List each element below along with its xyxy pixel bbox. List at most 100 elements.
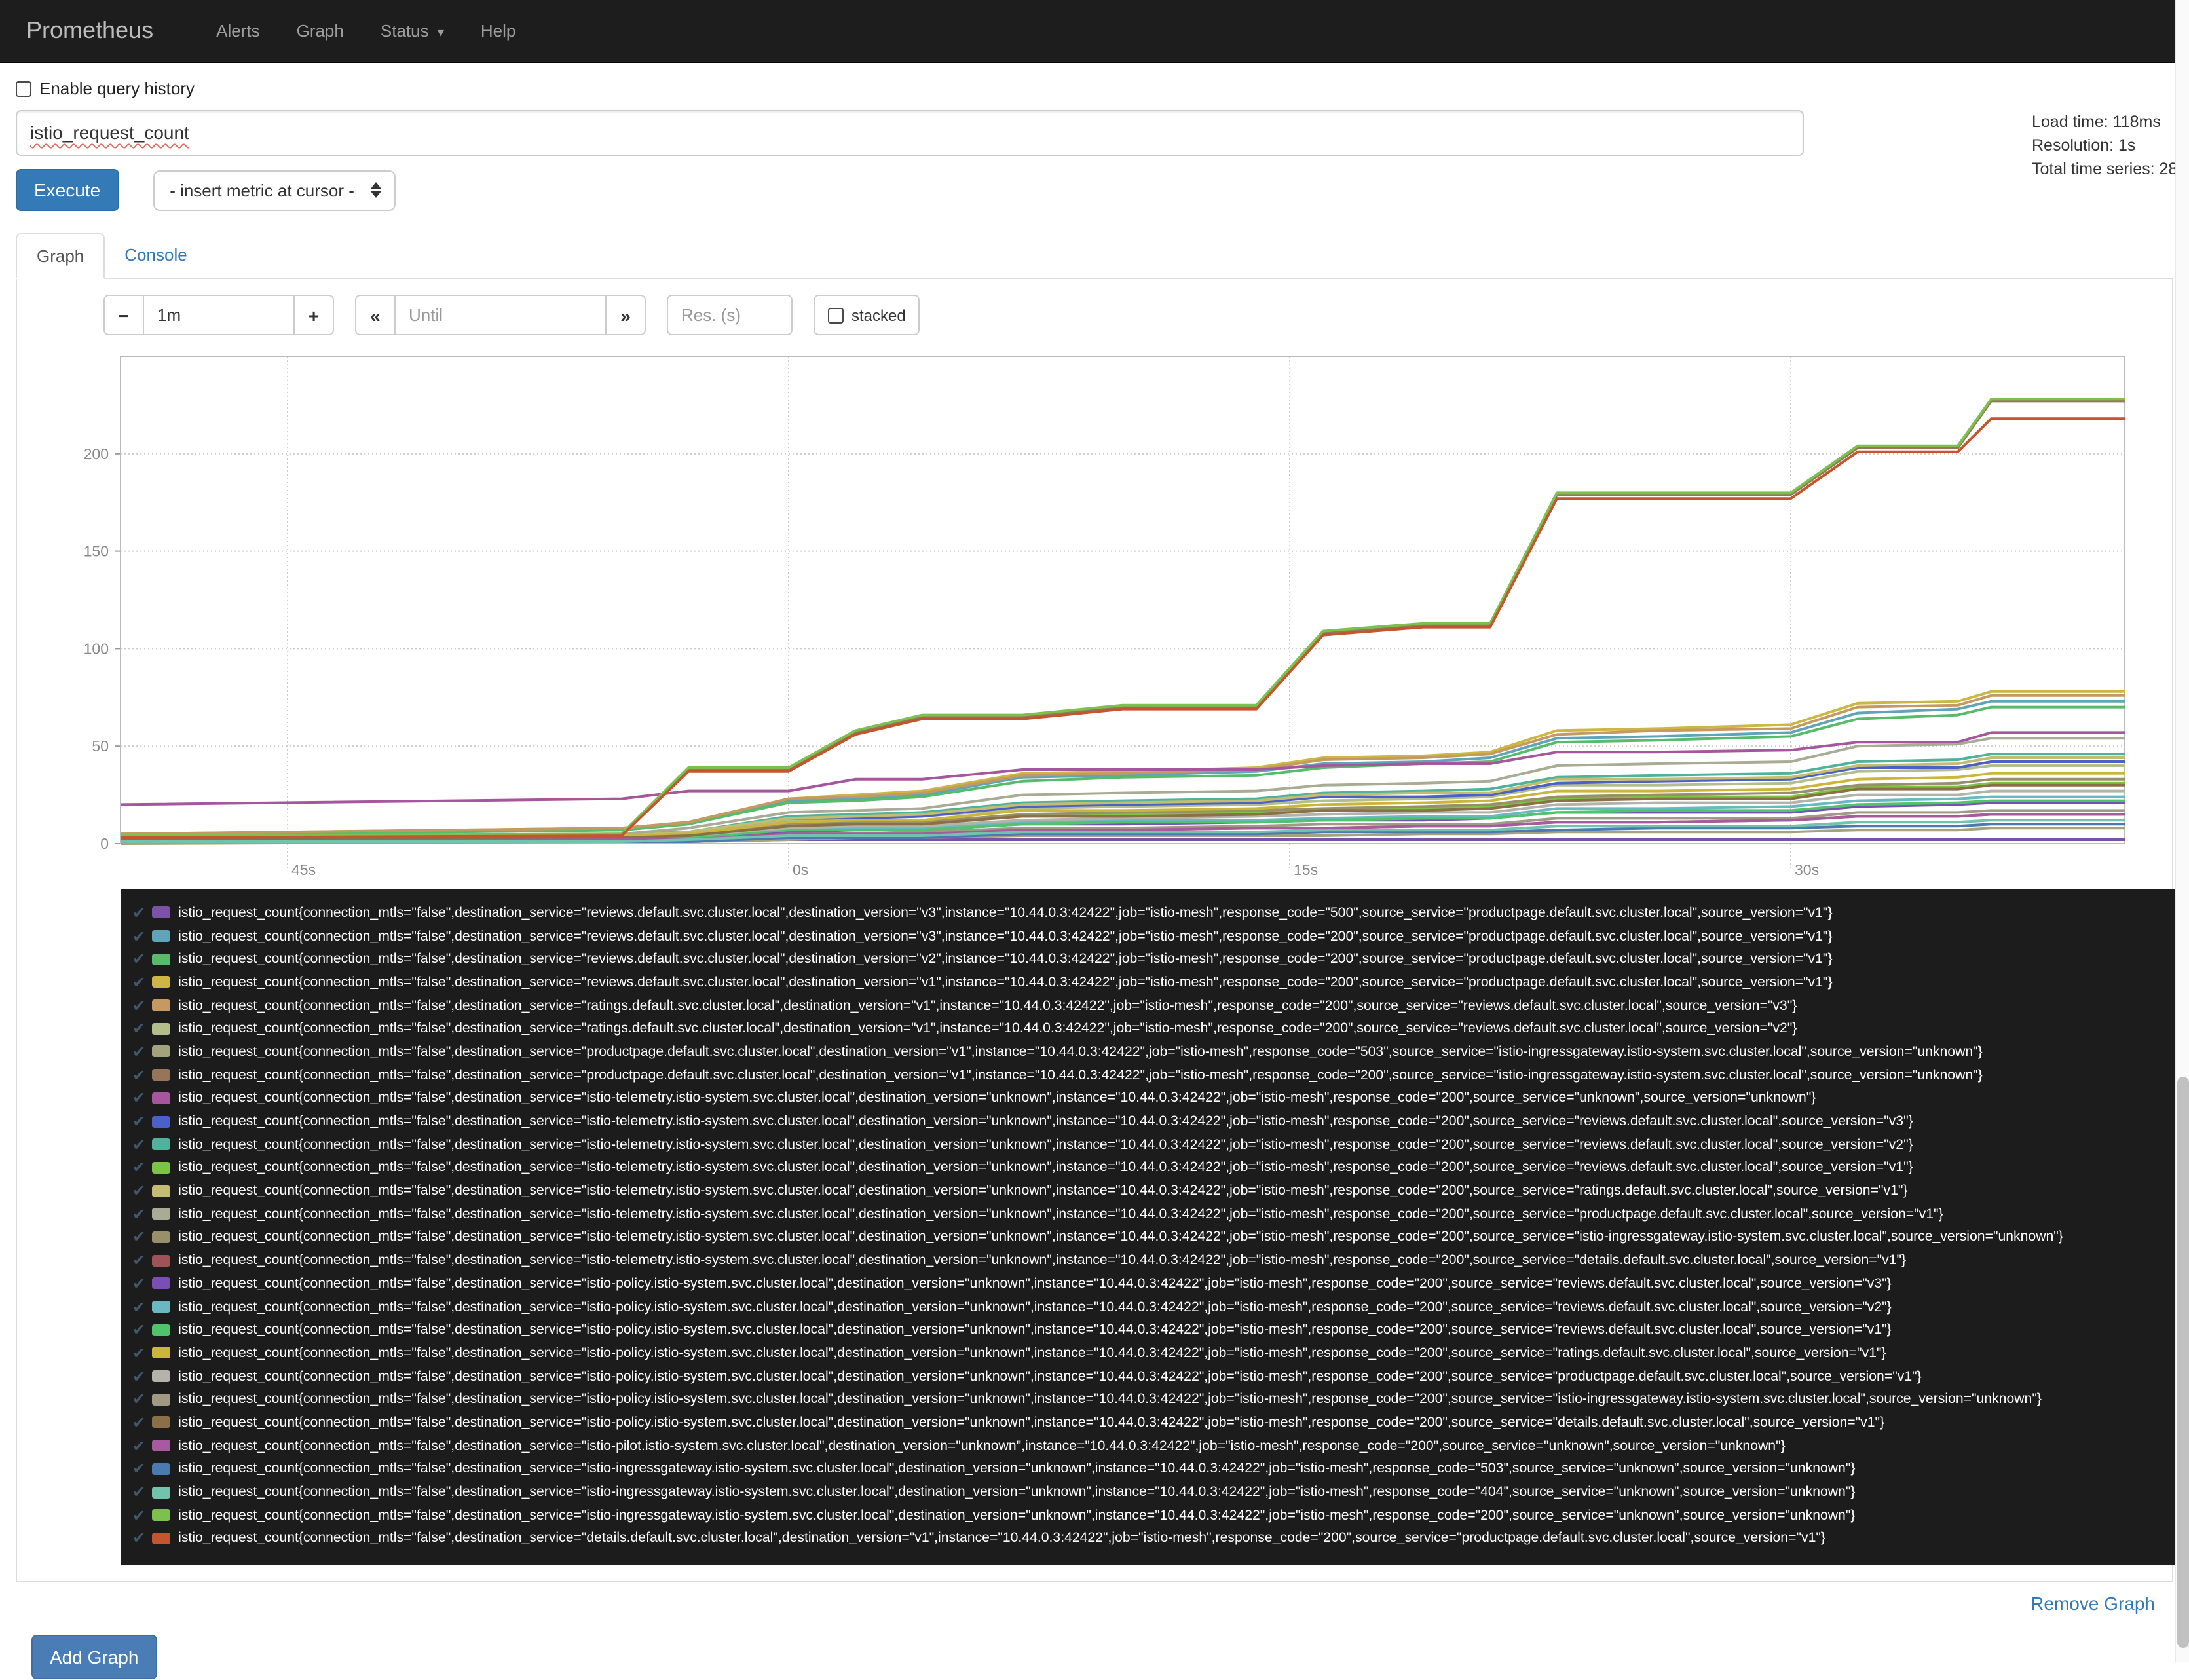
graph-canvas[interactable]: 0 50 100 150 200 45s 0s 15s 30s bbox=[43, 351, 2139, 880]
stacked-checkbox[interactable] bbox=[828, 307, 844, 323]
legend-row[interactable]: ✔ istio_request_count{connection_mtls="fa… bbox=[121, 1064, 2189, 1087]
series-label: istio_request_count{connection_mtls="fal… bbox=[178, 1507, 1856, 1523]
series-label: istio_request_count{connection_mtls="fal… bbox=[178, 1229, 2063, 1245]
execute-button[interactable]: Execute bbox=[16, 169, 119, 211]
range-group: − + bbox=[103, 295, 334, 335]
series-enabled-check-icon: ✔ bbox=[132, 1135, 146, 1154]
legend-row[interactable]: ✔ istio_request_count{connection_mtls="fa… bbox=[121, 994, 2189, 1017]
resolution-input[interactable] bbox=[667, 295, 793, 335]
page-scrollbar[interactable] bbox=[2175, 0, 2189, 1662]
series-color-swatch bbox=[152, 976, 171, 988]
legend-row[interactable]: ✔ istio_request_count{connection_mtls="fa… bbox=[121, 1527, 2189, 1550]
query-history-label: Enable query history bbox=[39, 79, 195, 98]
load-time: Load time: 118ms bbox=[2032, 113, 2161, 131]
query-expression-input[interactable]: istio_request_count bbox=[16, 110, 1804, 156]
scrollbar-thumb[interactable] bbox=[2177, 1077, 2189, 1648]
legend-row[interactable]: ✔ istio_request_count{connection_mtls="fa… bbox=[121, 1457, 2189, 1480]
series-enabled-check-icon: ✔ bbox=[132, 1251, 146, 1270]
legend-row[interactable]: ✔ istio_request_count{connection_mtls="fa… bbox=[121, 1480, 2189, 1503]
series-enabled-check-icon: ✔ bbox=[132, 996, 146, 1015]
remove-graph-link[interactable]: Remove Graph bbox=[2030, 1594, 2155, 1615]
series-label: istio_request_count{connection_mtls="fal… bbox=[178, 974, 1833, 990]
series-color-swatch bbox=[152, 1393, 171, 1406]
legend-row[interactable]: ✔ istio_request_count{connection_mtls="fa… bbox=[121, 1110, 2189, 1132]
series-color-swatch bbox=[152, 1440, 171, 1452]
legend-row[interactable]: ✔ istio_request_count{connection_mtls="fa… bbox=[121, 1434, 2189, 1457]
until-input[interactable] bbox=[394, 295, 607, 335]
series-label: istio_request_count{connection_mtls="fal… bbox=[178, 928, 1833, 944]
legend-row[interactable]: ✔ istio_request_count{connection_mtls="fa… bbox=[121, 924, 2189, 947]
legend-row[interactable]: ✔ istio_request_count{connection_mtls="fa… bbox=[121, 1040, 2189, 1063]
graph-controls: − + « » stacked bbox=[103, 295, 2172, 335]
series-enabled-check-icon: ✔ bbox=[132, 1459, 146, 1478]
legend-row[interactable]: ✔ istio_request_count{connection_mtls="fa… bbox=[121, 1133, 2189, 1156]
legend-row[interactable]: ✔ istio_request_count{connection_mtls="fa… bbox=[121, 1341, 2189, 1364]
tab-console[interactable]: Console bbox=[105, 233, 206, 279]
brand-prometheus[interactable]: Prometheus bbox=[26, 17, 153, 45]
nav-item-alerts[interactable]: Alerts bbox=[216, 21, 259, 41]
remove-graph-row: Remove Graph bbox=[16, 1594, 2173, 1617]
x-axis-tick-label: 15s bbox=[1294, 861, 1318, 878]
legend-row[interactable]: ✔ istio_request_count{connection_mtls="fa… bbox=[121, 948, 2189, 971]
series-enabled-check-icon: ✔ bbox=[132, 973, 146, 992]
tab-bar: Graph Console bbox=[16, 233, 2173, 279]
time-forward-button[interactable]: » bbox=[607, 295, 646, 335]
legend-row[interactable]: ✔ istio_request_count{connection_mtls="fa… bbox=[121, 1365, 2189, 1388]
legend-row[interactable]: ✔ istio_request_count{connection_mtls="fa… bbox=[121, 1087, 2189, 1110]
series-color-swatch bbox=[152, 1277, 171, 1290]
legend-row[interactable]: ✔ istio_request_count{connection_mtls="fa… bbox=[121, 1203, 2189, 1225]
series-label: istio_request_count{connection_mtls="fal… bbox=[178, 1275, 1892, 1292]
time-back-button[interactable]: « bbox=[355, 295, 394, 335]
series-enabled-check-icon: ✔ bbox=[132, 1066, 146, 1085]
series-label: istio_request_count{connection_mtls="fal… bbox=[178, 1530, 1825, 1546]
series-label: istio_request_count{connection_mtls="fal… bbox=[178, 1299, 1892, 1315]
legend-row[interactable]: ✔ istio_request_count{connection_mtls="fa… bbox=[121, 1249, 2189, 1272]
nav-item-status[interactable]: Status ▾ bbox=[381, 21, 444, 41]
nav-item-help[interactable]: Help bbox=[481, 21, 516, 41]
series-color-swatch bbox=[152, 1069, 171, 1081]
navbar: Prometheus Alerts Graph Status ▾ Help bbox=[0, 0, 2189, 63]
page: Prometheus Alerts Graph Status ▾ Help En… bbox=[0, 0, 2189, 1680]
series-label: istio_request_count{connection_mtls="fal… bbox=[178, 1345, 1886, 1361]
series-color-swatch bbox=[152, 1486, 171, 1499]
series-enabled-check-icon: ✔ bbox=[132, 1158, 146, 1177]
range-decrease-button[interactable]: − bbox=[103, 295, 143, 335]
series-color-swatch bbox=[152, 1532, 171, 1544]
series-label: istio_request_count{connection_mtls="fal… bbox=[178, 1206, 1943, 1222]
series-label: istio_request_count{connection_mtls="fal… bbox=[178, 1090, 1816, 1106]
insert-metric-dropdown[interactable]: - insert metric at cursor - bbox=[153, 170, 396, 210]
series-enabled-check-icon: ✔ bbox=[132, 1483, 146, 1502]
series-label: istio_request_count{connection_mtls="fal… bbox=[178, 1484, 1856, 1501]
execute-row: Execute - insert metric at cursor - bbox=[16, 169, 2173, 211]
y-axis-tick-label: 200 bbox=[84, 445, 109, 462]
range-increase-button[interactable]: + bbox=[295, 295, 334, 335]
legend-row[interactable]: ✔ istio_request_count{connection_mtls="fa… bbox=[121, 1411, 2189, 1434]
add-graph-button[interactable]: Add Graph bbox=[31, 1635, 157, 1680]
series-enabled-check-icon: ✔ bbox=[132, 1274, 146, 1293]
legend-row[interactable]: ✔ istio_request_count{connection_mtls="fa… bbox=[121, 1504, 2189, 1527]
legend-row[interactable]: ✔ istio_request_count{connection_mtls="fa… bbox=[121, 1272, 2189, 1295]
series-label: istio_request_count{connection_mtls="fal… bbox=[178, 998, 1797, 1014]
legend-row[interactable]: ✔ istio_request_count{connection_mtls="fa… bbox=[121, 1017, 2189, 1040]
series-enabled-check-icon: ✔ bbox=[132, 1227, 146, 1246]
tab-graph[interactable]: Graph bbox=[16, 233, 105, 279]
y-axis-tick-label: 50 bbox=[92, 737, 109, 755]
legend-row[interactable]: ✔ istio_request_count{connection_mtls="fa… bbox=[121, 1180, 2189, 1203]
series-color-swatch bbox=[152, 1115, 171, 1128]
legend-row[interactable]: ✔ istio_request_count{connection_mtls="fa… bbox=[121, 1388, 2189, 1411]
legend-row[interactable]: ✔ istio_request_count{connection_mtls="fa… bbox=[121, 1318, 2189, 1341]
range-input[interactable] bbox=[143, 295, 295, 335]
series-label: istio_request_count{connection_mtls="fal… bbox=[178, 1136, 1913, 1153]
legend-row[interactable]: ✔ istio_request_count{connection_mtls="fa… bbox=[121, 1156, 2189, 1179]
query-history-row: Enable query history bbox=[16, 79, 2173, 98]
select-arrows-icon bbox=[370, 181, 381, 199]
series-enabled-check-icon: ✔ bbox=[132, 1019, 146, 1038]
legend-row[interactable]: ✔ istio_request_count{connection_mtls="fa… bbox=[121, 901, 2189, 924]
legend-row[interactable]: ✔ istio_request_count{connection_mtls="fa… bbox=[121, 1295, 2189, 1318]
series-enabled-check-icon: ✔ bbox=[132, 1042, 146, 1061]
query-history-checkbox[interactable] bbox=[16, 81, 31, 96]
legend-row[interactable]: ✔ istio_request_count{connection_mtls="fa… bbox=[121, 971, 2189, 994]
nav-item-graph[interactable]: Graph bbox=[297, 21, 344, 41]
series-color-swatch bbox=[152, 906, 171, 919]
legend-row[interactable]: ✔ istio_request_count{connection_mtls="fa… bbox=[121, 1225, 2189, 1248]
